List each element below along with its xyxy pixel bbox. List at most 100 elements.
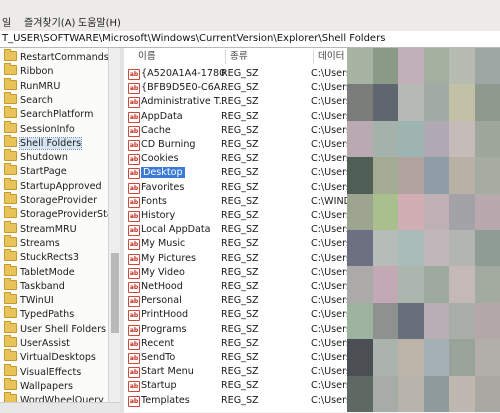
tree-item-label: Taskband xyxy=(20,281,65,292)
tree-item[interactable]: VirtualDesktops xyxy=(4,351,96,364)
folder-icon xyxy=(4,123,17,133)
tree-item-label: User Shell Folders xyxy=(20,324,106,335)
tree-item[interactable]: Streams xyxy=(4,237,60,250)
tree-item-label: Search xyxy=(20,95,53,106)
folder-icon xyxy=(4,51,17,61)
value-name: CD Burning xyxy=(141,138,225,152)
string-value-icon: ab xyxy=(128,254,140,265)
value-type: REG_SZ xyxy=(221,209,301,223)
folder-icon xyxy=(4,194,17,204)
value-name-text: Desktop xyxy=(141,167,185,178)
redaction-tile xyxy=(475,48,500,85)
tree-item[interactable]: Shutdown xyxy=(4,151,68,164)
folder-icon xyxy=(4,180,17,190)
string-value-icon: ab xyxy=(128,339,140,350)
value-data: C:\Users\ xyxy=(311,124,347,138)
redaction-tile xyxy=(347,266,373,303)
tree-horizontal-scrollbar[interactable] xyxy=(0,402,124,413)
folder-icon xyxy=(4,280,17,290)
value-name-text: History xyxy=(141,210,175,221)
value-name-text: My Video xyxy=(141,267,185,278)
value-data: C:\Users\ xyxy=(311,252,347,266)
tree-item[interactable]: TabletMode xyxy=(4,266,75,279)
tree-item[interactable]: RestartCommands xyxy=(4,51,109,64)
address-bar[interactable]: T_USER\SOFTWARE\Microsoft\Windows\Curren… xyxy=(0,31,500,48)
tree-item[interactable]: Ribbon xyxy=(4,65,53,78)
string-value-icon: ab xyxy=(128,367,140,378)
value-data: C:\Users\ xyxy=(311,181,347,195)
tree-item[interactable]: TypedPaths xyxy=(4,308,74,321)
string-value-icon: ab xyxy=(128,112,140,123)
tree-item[interactable]: UserAssist xyxy=(4,337,70,350)
string-value-icon: ab xyxy=(128,211,140,222)
tree-item[interactable]: SearchPlatform xyxy=(4,108,93,121)
tree-item-label: StartupApproved xyxy=(20,181,102,192)
value-data: C:\Users\ xyxy=(311,294,347,308)
string-value-icon: ab xyxy=(128,353,140,364)
value-name-text: PrintHood xyxy=(141,309,188,320)
value-name-text: My Music xyxy=(141,238,185,249)
redaction-tile xyxy=(347,157,373,194)
redaction-tile xyxy=(424,48,450,85)
value-type: REG_SZ xyxy=(221,124,301,138)
value-type: REG_SZ xyxy=(221,166,301,180)
menu-item-favorites[interactable]: 즐겨찾기(A) xyxy=(24,14,75,29)
tree-item[interactable]: Taskband xyxy=(4,280,65,293)
tree-item[interactable]: Shell Folders xyxy=(4,137,81,150)
tree-item[interactable]: TWinUI xyxy=(4,294,54,307)
tree-item[interactable]: RunMRU xyxy=(4,80,60,93)
folder-icon xyxy=(4,94,17,104)
redaction-tile xyxy=(475,230,500,267)
tree-item-label: TypedPaths xyxy=(20,309,74,320)
value-name-text: AppData xyxy=(141,111,183,122)
value-name: Cache xyxy=(141,124,225,138)
tree-item[interactable]: StartPage xyxy=(4,165,67,178)
value-data: C:\Users\ xyxy=(311,152,347,166)
redaction-tile xyxy=(373,376,399,412)
tree-item[interactable]: StorageProvider xyxy=(4,194,97,207)
value-type: REG_SZ xyxy=(221,110,301,124)
scrollbar-thumb[interactable] xyxy=(111,253,119,333)
tree-item[interactable]: StuckRects3 xyxy=(4,251,79,264)
redaction-tile xyxy=(424,266,450,303)
tree-item[interactable]: Search xyxy=(4,94,53,107)
tree-item-label: SearchPlatform xyxy=(20,109,93,120)
tree-item[interactable]: SessionInfo xyxy=(4,123,75,136)
string-value-icon: ab xyxy=(128,268,140,279)
tree-item[interactable]: Wallpapers xyxy=(4,380,73,393)
value-name: Cookies xyxy=(141,152,225,166)
value-name: {BFB9D5E0-C6A... xyxy=(141,81,225,95)
value-data: C:\Users\ xyxy=(311,266,347,280)
redaction-tile xyxy=(398,266,424,303)
tree-item-label: Shutdown xyxy=(20,152,68,163)
redaction-tile xyxy=(475,194,500,231)
value-data: C:\Users\ xyxy=(311,81,347,95)
tree-item[interactable]: VisualEffects xyxy=(4,366,81,379)
column-header-type[interactable]: 종류 xyxy=(226,50,314,64)
menu-item-help[interactable]: 도움말(H) xyxy=(78,14,121,29)
tree-item[interactable]: User Shell Folders xyxy=(4,323,106,336)
value-data: C:\Users\ xyxy=(311,166,347,180)
tree-item[interactable]: StorageProviderStatus xyxy=(4,208,120,221)
value-name: Fonts xyxy=(141,195,225,209)
tree-item[interactable]: StreamMRU xyxy=(4,223,77,236)
tree-item-label: StorageProviderStatus xyxy=(20,209,120,220)
value-name: Start Menu xyxy=(141,365,225,379)
menu-item-favorites-cut[interactable]: 일 xyxy=(2,14,11,29)
column-header-name[interactable]: 이름 xyxy=(134,50,226,64)
redaction-tile xyxy=(373,303,399,340)
value-data: C:\Users\ xyxy=(311,280,347,294)
value-name: My Pictures xyxy=(141,252,225,266)
value-type: REG_SZ xyxy=(221,266,301,280)
value-data: C:\WINDO xyxy=(311,195,347,209)
folder-icon xyxy=(4,308,17,318)
folder-icon xyxy=(4,80,17,90)
value-data: C:\Users\ xyxy=(311,237,347,251)
tree-item[interactable]: StartupApproved xyxy=(4,180,102,193)
redaction-tile xyxy=(449,266,475,303)
redaction-tile xyxy=(449,84,475,121)
folder-icon xyxy=(4,366,17,376)
redaction-tile xyxy=(475,266,500,303)
tree-item-label: UserAssist xyxy=(20,338,70,349)
redaction-tile xyxy=(373,230,399,267)
